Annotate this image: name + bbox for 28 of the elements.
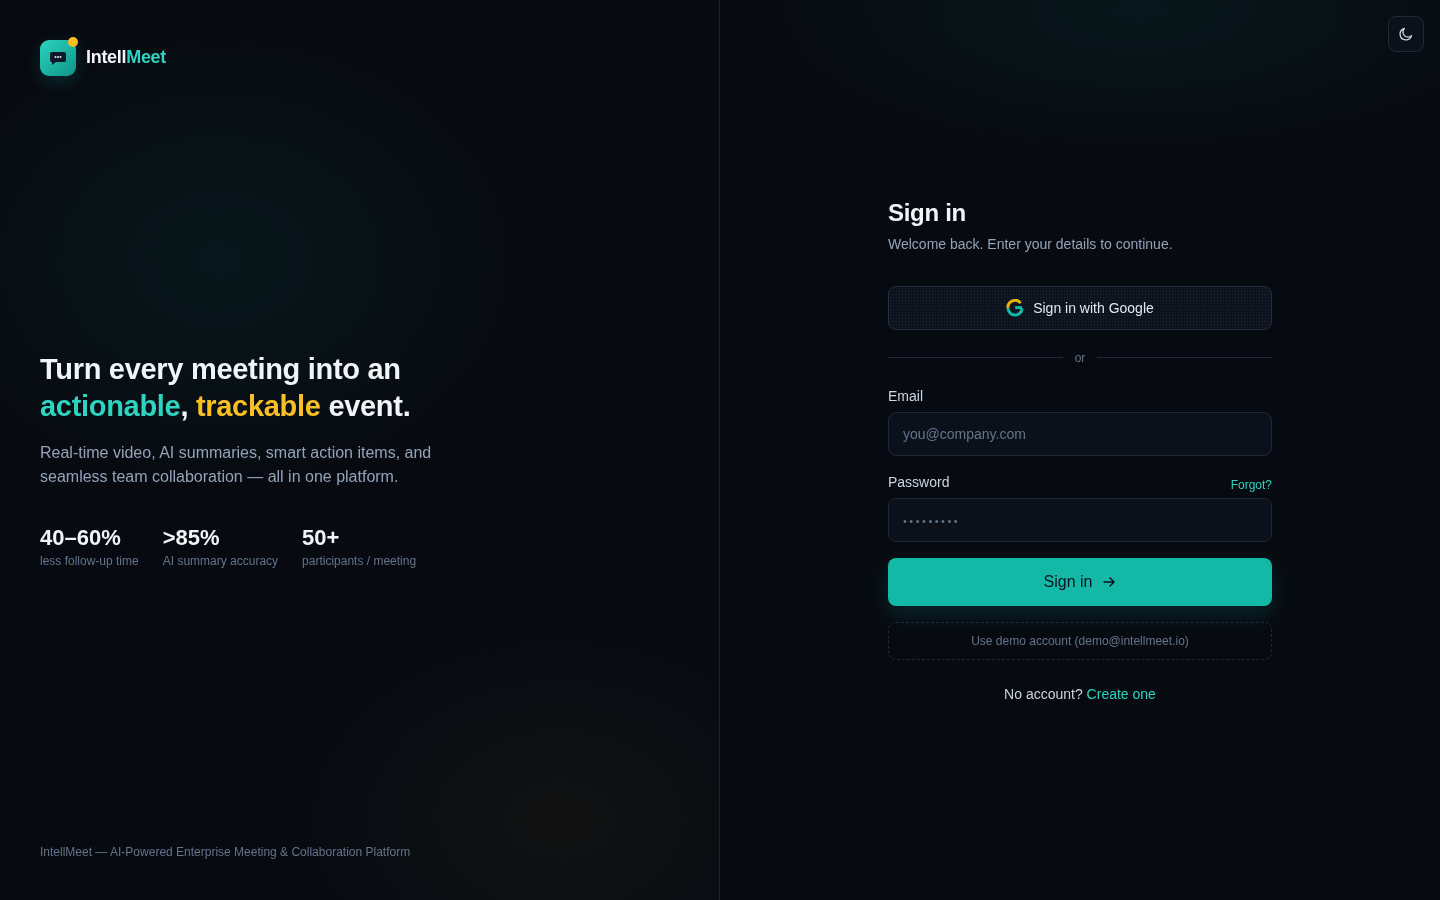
password-field[interactable]: ••••••••• xyxy=(888,497,1272,542)
hero-description: Real-time video, AI summaries, smart action items, and seamless team collaboration — all in one platform. xyxy=(40,443,433,487)
demo-account-button[interactable]: Use demo account (demo@intellmeet.io) xyxy=(888,621,1272,660)
signin-button[interactable]: Sign in xyxy=(888,557,1272,606)
create-account-link[interactable]: Create one xyxy=(1086,685,1156,702)
stat-value: >85% xyxy=(162,524,221,552)
stat-value: 40–60% xyxy=(40,524,122,552)
signin-title: Sign in xyxy=(888,197,967,228)
brand-name: IntellMeet xyxy=(86,46,166,69)
stat-label: less follow-up time xyxy=(40,553,139,569)
stat-value: 50+ xyxy=(302,524,341,552)
signup-prompt: No account? Create one xyxy=(1003,684,1157,704)
email-field[interactable]: you@company.com xyxy=(888,411,1272,456)
field-label: Password xyxy=(888,472,950,492)
divider-label: or xyxy=(1074,349,1086,366)
arrow-right-icon xyxy=(1102,574,1117,589)
google-signin-button[interactable]: Sign in with Google xyxy=(888,285,1272,330)
moon-icon xyxy=(1398,26,1414,42)
google-g-icon xyxy=(1006,298,1025,317)
theme-toggle-button[interactable] xyxy=(1388,16,1424,52)
stat-label: participants / meeting xyxy=(302,553,417,569)
footer-text: IntellMeet — AI-Powered Enterprise Meeting & Collaboration Platform xyxy=(40,844,412,860)
forgot-password-link[interactable]: Forgot? xyxy=(1230,476,1272,493)
stat-label: AI summary accuracy xyxy=(162,553,279,569)
headline: Turn every meeting into an actionable, trackable event. xyxy=(40,352,412,424)
field-label: Email xyxy=(888,386,923,406)
logo-icon xyxy=(40,37,79,76)
signin-subtitle: Welcome back. Enter your details to continue. xyxy=(888,234,1174,254)
